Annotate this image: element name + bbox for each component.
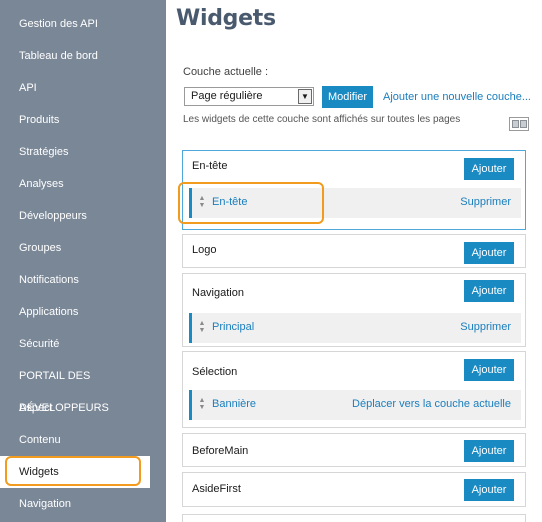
add-widget-button[interactable]: Ajouter	[464, 479, 514, 501]
main-content: Widgets Couche actuelle : Page régulière…	[166, 0, 542, 522]
add-widget-button[interactable]: Ajouter	[464, 440, 514, 462]
highlight-box-en-tete	[178, 182, 324, 224]
zone-next-partial	[182, 514, 526, 522]
delete-widget-link[interactable]: Supprimer	[460, 196, 511, 208]
sidebar-item-produits[interactable]: Produits	[0, 104, 166, 136]
zone-selection: Sélection Ajouter ▲ ▼ Bannière Déplacer v…	[182, 351, 526, 428]
page-title: Widgets	[176, 6, 276, 31]
sidebar: Gestion des API Tableau de bord API Prod…	[0, 0, 166, 522]
drag-handle-icon[interactable]: ▲ ▼	[198, 397, 206, 411]
widget-name[interactable]: Principal	[212, 321, 254, 333]
zone-navigation: Navigation Ajouter ▲ ▼ Principal Supprime…	[182, 273, 526, 347]
widget-row[interactable]: ▲ ▼ Principal Supprimer	[189, 313, 521, 343]
add-widget-button[interactable]: Ajouter	[464, 280, 514, 302]
modify-button[interactable]: Modifier	[322, 86, 373, 108]
zone-logo: Logo Ajouter	[182, 234, 526, 268]
move-to-current-layer-link[interactable]: Déplacer vers la couche actuelle	[352, 398, 511, 410]
highlight-box-widgets	[5, 456, 141, 486]
sidebar-item-contenu[interactable]: Contenu	[0, 424, 166, 456]
add-widget-button[interactable]: Ajouter	[464, 242, 514, 264]
sidebar-item-applications[interactable]: Applications	[0, 296, 166, 328]
layer-select-value: Page régulière	[191, 90, 263, 102]
drag-handle-icon[interactable]: ▲ ▼	[198, 320, 206, 334]
zone-beforemain: BeforeMain Ajouter	[182, 433, 526, 467]
sidebar-item-api[interactable]: API	[0, 72, 166, 104]
zone-title: Navigation	[192, 287, 244, 299]
delete-widget-link[interactable]: Supprimer	[460, 321, 511, 333]
sidebar-item-notifications[interactable]: Notifications	[0, 264, 166, 296]
layout-toggle-icon[interactable]	[509, 117, 529, 131]
sidebar-item-securite[interactable]: Sécurité	[0, 328, 166, 360]
add-widget-button[interactable]: Ajouter	[464, 359, 514, 381]
zone-asidefirst: AsideFirst Ajouter	[182, 472, 526, 507]
sidebar-item-analyses[interactable]: Analyses	[0, 168, 166, 200]
zone-title: En-tête	[192, 160, 228, 172]
sidebar-item-portail-des-developpeurs[interactable]: PORTAIL DES DÉVELOPPEURS	[0, 360, 166, 414]
zone-title: Sélection	[192, 366, 238, 378]
zone-title: AsideFirst	[192, 483, 241, 495]
sidebar-item-navigation[interactable]: Navigation	[0, 488, 166, 520]
add-widget-button[interactable]: Ajouter	[464, 158, 514, 180]
layer-note: Les widgets de cette couche sont affiché…	[183, 114, 461, 125]
current-layer-label: Couche actuelle :	[183, 66, 268, 78]
sidebar-item-gestion-des-api[interactable]: Gestion des API	[0, 8, 166, 40]
sidebar-item-aspect[interactable]: Aspect	[0, 392, 166, 424]
sidebar-item-developpeurs[interactable]: Développeurs	[0, 200, 166, 232]
zone-title: BeforeMain	[192, 445, 249, 457]
widget-name[interactable]: Bannière	[212, 398, 256, 410]
sidebar-item-groupes[interactable]: Groupes	[0, 232, 166, 264]
zone-title: Logo	[192, 244, 217, 256]
sidebar-item-tableau-de-bord[interactable]: Tableau de bord	[0, 40, 166, 72]
chevron-down-icon[interactable]: ▼	[298, 89, 312, 104]
sidebar-item-strategies[interactable]: Stratégies	[0, 136, 166, 168]
layer-select[interactable]: Page régulière ▼	[184, 87, 314, 106]
add-layer-link[interactable]: Ajouter une nouvelle couche...	[383, 91, 531, 103]
widget-row[interactable]: ▲ ▼ Bannière Déplacer vers la couche actu…	[189, 390, 521, 420]
